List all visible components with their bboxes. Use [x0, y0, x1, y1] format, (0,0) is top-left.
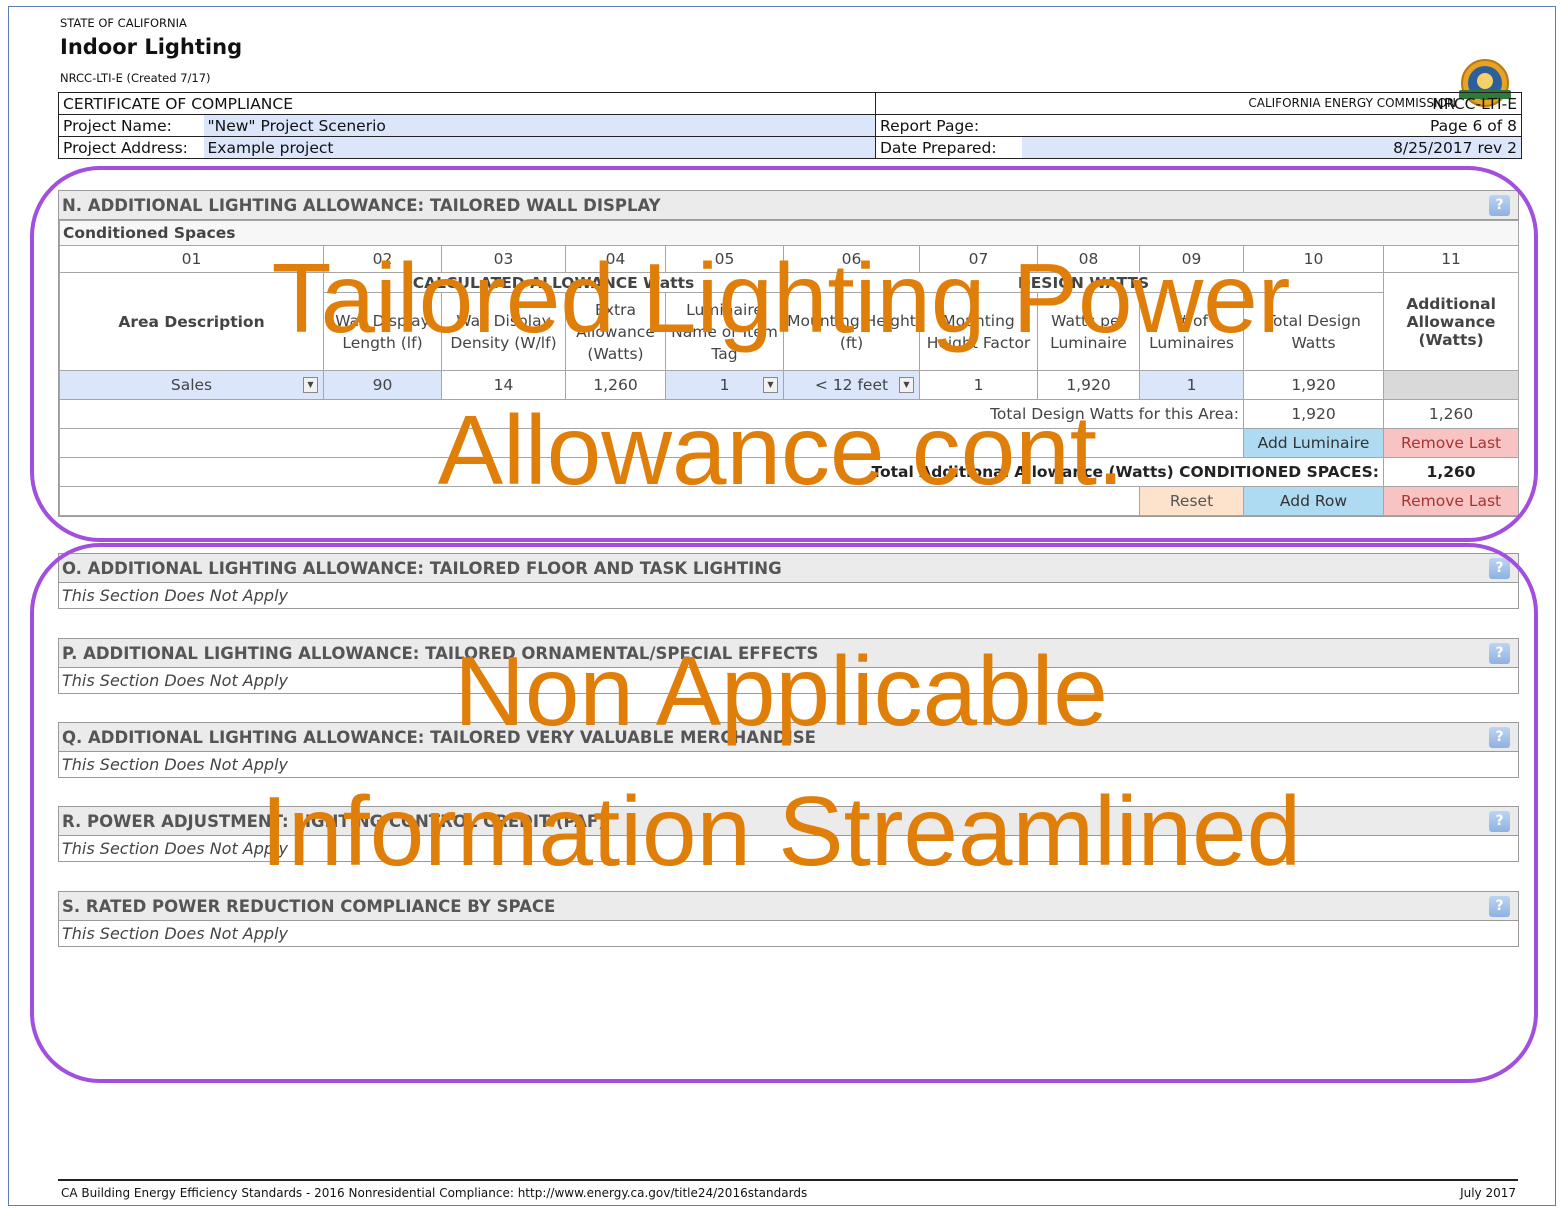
callout-bottom	[30, 543, 1538, 1083]
footer-standards-link: CA Building Energy Efficiency Standards …	[61, 1186, 808, 1200]
report-page-label: Report Page:	[875, 114, 1022, 137]
certificate-label: CERTIFICATE OF COMPLIANCE	[58, 92, 876, 115]
footer-divider	[58, 1179, 1518, 1181]
footer-date: July 2017	[1460, 1186, 1516, 1200]
project-name-field[interactable]: "New" Project Scenerio	[203, 114, 876, 137]
project-address-field[interactable]: Example project	[203, 136, 876, 159]
project-info-table: CERTIFICATE OF COMPLIANCE NRCC-LTI-E Pro…	[58, 92, 1522, 159]
project-address-label: Project Address:	[58, 136, 204, 159]
form-code: NRCC-LTI-E	[875, 92, 1522, 115]
date-prepared-field[interactable]: 8/25/2017 rev 2	[1021, 136, 1522, 159]
page-title: Indoor Lighting	[60, 35, 243, 59]
form-id: NRCC-LTI-E (Created 7/17)	[60, 71, 211, 85]
date-prepared-label: Date Prepared:	[875, 136, 1022, 159]
report-page-value: Page 6 of 8	[1021, 114, 1522, 137]
project-name-label: Project Name:	[58, 114, 204, 137]
callout-top	[30, 166, 1538, 542]
state-label: STATE OF CALIFORNIA	[60, 16, 187, 30]
